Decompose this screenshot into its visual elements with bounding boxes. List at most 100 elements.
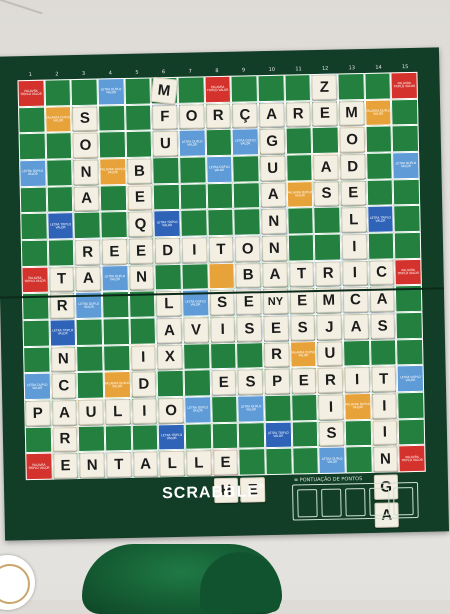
board-cell[interactable] — [76, 371, 105, 400]
letter-tile[interactable]: I — [131, 398, 157, 424]
letter-tile[interactable]: Q — [127, 211, 154, 237]
letter-tile[interactable]: E — [312, 101, 338, 127]
letter-tile[interactable]: I — [342, 260, 368, 286]
letter-tile[interactable]: B — [235, 262, 261, 288]
board-cell[interactable] — [103, 344, 131, 372]
board-cell[interactable] — [232, 181, 261, 210]
board-cell-dl[interactable]: LETRA DUPLO VALOR — [205, 155, 233, 183]
letter-tile[interactable]: I — [341, 234, 367, 260]
letter-tile[interactable]: N — [261, 209, 287, 235]
board-cell[interactable] — [102, 317, 130, 346]
board-cell-tw[interactable]: PALAVRA TRIPLO VALOR — [204, 75, 232, 103]
board-cell-dw[interactable]: PALAVRA DUPLO VALOR — [44, 105, 72, 133]
board-cell[interactable] — [210, 395, 239, 423]
board-cell[interactable] — [367, 232, 395, 260]
letter-tile[interactable]: S — [370, 313, 396, 339]
board-cell[interactable] — [344, 419, 372, 447]
letter-tile[interactable]: Ç — [232, 102, 258, 128]
board-cell[interactable] — [397, 418, 426, 446]
letter-tile[interactable]: T — [49, 266, 75, 292]
board-cell-tl[interactable]: LETRA TRIPLO VALOR — [153, 210, 181, 238]
letter-tile[interactable]: T — [208, 236, 234, 262]
board-cell[interactable] — [257, 74, 285, 102]
board-cell[interactable] — [22, 319, 50, 347]
board-cell[interactable] — [392, 178, 421, 206]
letter-tile[interactable]: N — [261, 235, 287, 261]
board-cell[interactable] — [393, 205, 421, 233]
letter-tile[interactable]: E — [128, 238, 154, 264]
letter-tile[interactable]: A — [343, 314, 369, 340]
board-cell[interactable] — [131, 424, 159, 452]
board-cell[interactable] — [45, 159, 74, 187]
board-cell-tl[interactable]: LETRA TRIPLO VALOR — [264, 421, 292, 449]
board-cell[interactable] — [154, 263, 182, 291]
letter-tile[interactable]: A — [260, 182, 286, 208]
letter-tile[interactable]: A — [313, 154, 339, 180]
board-cell[interactable] — [286, 207, 315, 235]
board-cell-tw[interactable]: PALAVRA TRIPLO VALOR — [390, 71, 418, 100]
letter-tile[interactable]: D — [155, 237, 181, 263]
letter-tile[interactable]: D — [131, 371, 157, 397]
board-cell[interactable] — [177, 76, 205, 104]
board-cell-dl[interactable]: LETRA DUPLO VALOR — [392, 151, 420, 180]
letter-tile[interactable]: A — [262, 262, 288, 288]
board-cell[interactable] — [238, 421, 266, 449]
board-cell[interactable] — [45, 132, 73, 160]
letter-tile[interactable]: D — [340, 154, 366, 180]
board-cell[interactable] — [391, 125, 420, 153]
board-cell[interactable] — [73, 211, 101, 240]
board-cell[interactable] — [156, 370, 185, 398]
board-cell[interactable] — [394, 231, 422, 260]
letter-tile[interactable]: F — [152, 104, 178, 130]
letter-tile[interactable]: S — [314, 181, 340, 207]
letter-tile[interactable]: A — [133, 451, 159, 477]
board-cell[interactable] — [238, 448, 266, 476]
board-cell[interactable] — [99, 184, 127, 212]
board-cell-tl[interactable]: LETRA TRIPLO VALOR — [49, 319, 77, 347]
letter-tile[interactable]: B — [126, 158, 152, 184]
board-cell[interactable] — [206, 182, 234, 210]
letter-tile[interactable]: A — [74, 186, 100, 212]
letter-tile[interactable]: P — [264, 369, 290, 395]
board-cell[interactable] — [236, 341, 264, 370]
board-cell[interactable] — [365, 152, 393, 180]
board-cell-dl[interactable]: LETRA DUPLO VALOR — [23, 372, 51, 401]
board-cell[interactable] — [311, 126, 340, 155]
board-cell[interactable] — [18, 106, 46, 134]
board-cell[interactable] — [369, 339, 397, 367]
board-cell-dl[interactable]: LETRA DUPLO VALOR — [396, 365, 425, 393]
board-cell[interactable] — [264, 394, 292, 422]
letter-tile[interactable]: E — [101, 239, 127, 265]
board-cell[interactable] — [366, 179, 394, 207]
board-cell[interactable] — [205, 129, 233, 157]
board-cell[interactable] — [313, 206, 341, 235]
board-cell[interactable] — [153, 183, 181, 211]
board-cell-dl[interactable]: LETRA DUPLO VALOR — [184, 396, 212, 424]
letter-tile[interactable]: E — [212, 450, 239, 476]
board-cell[interactable] — [23, 346, 51, 374]
board-cell[interactable] — [75, 318, 104, 346]
letter-tile[interactable]: O — [158, 397, 184, 423]
board-cell-dw[interactable]: PALAVRA DUPLO VALOR — [289, 340, 317, 368]
letter-tile[interactable]: X — [157, 344, 183, 370]
board-cell[interactable] — [183, 342, 211, 371]
letter-tile[interactable]: S — [290, 315, 316, 341]
letter-tile[interactable]: A — [156, 317, 182, 343]
board-cell-center-star[interactable] — [208, 262, 236, 290]
board-cell[interactable] — [184, 422, 212, 451]
board-cell-dw[interactable]: PALAVRA DUPLO VALOR — [344, 392, 372, 421]
letter-tile[interactable]: N — [73, 159, 99, 185]
board-cell-dl[interactable]: LETRA DUPLO VALOR — [97, 78, 125, 106]
letter-tile[interactable]: S — [236, 316, 262, 342]
board-cell-tl[interactable]: LETRA TRIPLO VALOR — [158, 423, 186, 451]
board-cell[interactable] — [124, 104, 152, 132]
board-cell[interactable] — [125, 130, 153, 158]
board-cell-tw[interactable]: PALAVRA TRIPLO VALOR — [394, 258, 422, 286]
board-cell-dw[interactable]: PALAVRA DUPLO VALOR — [286, 180, 314, 208]
board-cell[interactable] — [20, 239, 49, 267]
board-cell[interactable] — [70, 78, 99, 106]
letter-tile[interactable]: L — [105, 399, 131, 425]
board-cell[interactable] — [265, 447, 293, 476]
board-cell[interactable] — [397, 391, 425, 419]
board-cell[interactable] — [24, 426, 52, 454]
